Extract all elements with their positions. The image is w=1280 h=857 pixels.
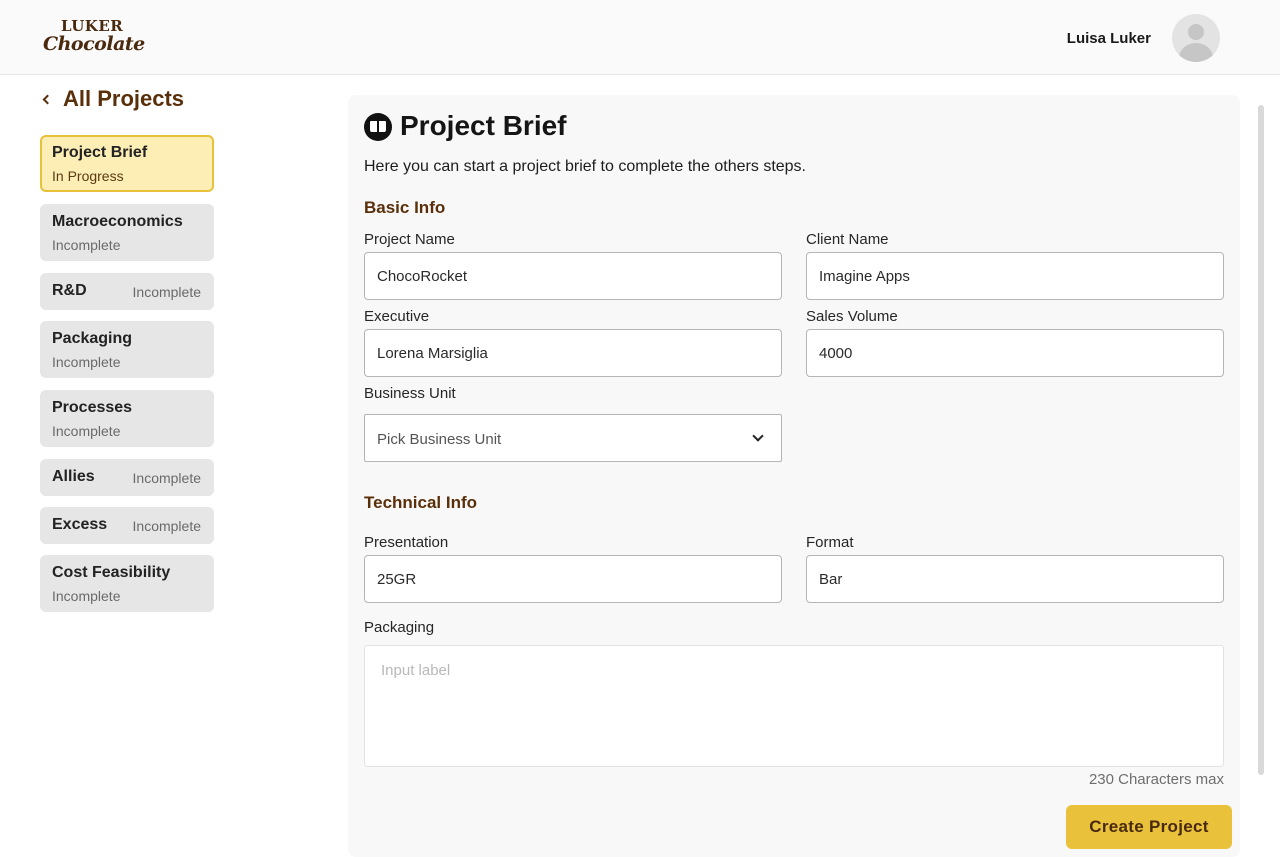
business-unit-label: Business Unit [364, 385, 456, 402]
book-page-right [379, 121, 386, 132]
user-avatar-icon[interactable] [1172, 14, 1220, 62]
chevron-down-icon [752, 430, 764, 442]
step-status: Incomplete [52, 423, 121, 439]
avatar-head-shape [1188, 24, 1204, 40]
page-title: Project Brief [400, 110, 567, 141]
presentation-input[interactable] [364, 555, 782, 603]
packaging-label: Packaging [364, 619, 435, 636]
book-page-left [370, 121, 377, 132]
step-project-brief[interactable]: Project Brief In Progress [40, 135, 214, 192]
step-packaging[interactable]: Packaging Incomplete [40, 321, 214, 378]
format-label: Format [806, 534, 854, 551]
technical-info-heading: Technical Info [364, 493, 478, 512]
step-status: Incomplete [52, 354, 121, 370]
chevron-left-icon [42, 94, 53, 104]
step-title: Excess [52, 516, 108, 533]
business-unit-selected-value: Pick Business Unit [377, 431, 502, 448]
book-open-icon [364, 113, 392, 141]
step-status: Incomplete [52, 237, 121, 253]
step-status: Incomplete [52, 588, 121, 604]
top-bar: LUKER Chocolate Luisa Luker [0, 0, 1280, 75]
sales-volume-input[interactable] [806, 329, 1224, 377]
step-excess[interactable]: Excess Incomplete [40, 507, 214, 544]
packaging-char-limit-hint: 230 Characters max [1088, 771, 1224, 788]
logo-text-bottom: Chocolate [43, 33, 145, 55]
step-status: Incomplete [132, 284, 201, 300]
basic-info-heading: Basic Info [364, 198, 446, 217]
step-title: R&D [52, 282, 87, 299]
packaging-textarea[interactable] [364, 645, 1224, 767]
sales-volume-label: Sales Volume [806, 308, 898, 325]
step-status: Incomplete [132, 470, 201, 486]
step-title: Processes [52, 399, 133, 416]
step-allies[interactable]: Allies Incomplete [40, 459, 214, 496]
step-status: In Progress [52, 168, 124, 184]
step-title: Macroeconomics [52, 213, 183, 230]
user-name[interactable]: Luisa Luker [1067, 30, 1151, 47]
client-name-input[interactable] [806, 252, 1224, 300]
client-name-label: Client Name [806, 231, 889, 248]
step-title: Packaging [52, 330, 133, 347]
step-cost-feasibility[interactable]: Cost Feasibility Incomplete [40, 555, 214, 612]
luker-chocolate-logo[interactable]: LUKER Chocolate [43, 16, 145, 58]
back-link-label: All Projects [63, 86, 185, 111]
step-title: Cost Feasibility [52, 564, 171, 581]
step-status: Incomplete [132, 518, 201, 534]
create-project-button[interactable]: Create Project [1066, 805, 1232, 849]
step-title: Allies [52, 468, 95, 485]
step-macroeconomics[interactable]: Macroeconomics Incomplete [40, 204, 214, 261]
step-rnd[interactable]: R&D Incomplete [40, 273, 214, 310]
business-unit-select[interactable]: Pick Business Unit [364, 414, 782, 462]
project-name-input[interactable] [364, 252, 782, 300]
step-title: Project Brief [52, 144, 148, 161]
format-input[interactable] [806, 555, 1224, 603]
intro-text: Here you can start a project brief to co… [364, 158, 806, 175]
executive-input[interactable] [364, 329, 782, 377]
avatar-body-shape [1179, 43, 1213, 62]
scrollbar[interactable] [1258, 105, 1264, 775]
project-name-label: Project Name [364, 231, 455, 248]
step-processes[interactable]: Processes Incomplete [40, 390, 214, 447]
presentation-label: Presentation [364, 534, 449, 551]
executive-label: Executive [364, 308, 430, 325]
all-projects-back-link[interactable]: All Projects [40, 86, 184, 112]
